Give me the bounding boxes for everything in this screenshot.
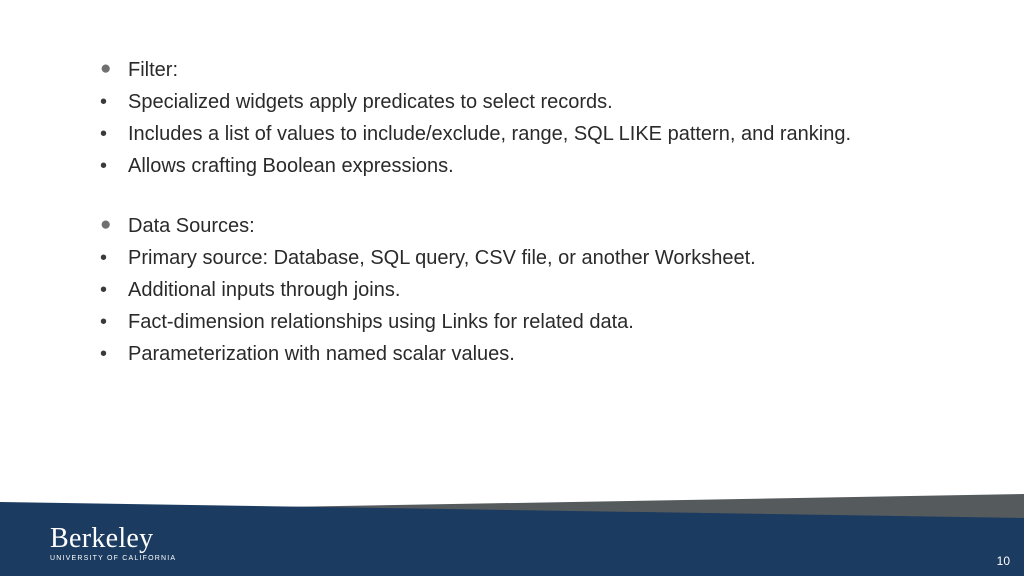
list-header-row: ● Data Sources: bbox=[100, 210, 904, 242]
bullet-dot: • bbox=[100, 242, 128, 274]
list-item-text: Parameterization with named scalar value… bbox=[128, 338, 904, 370]
bullet-dot: • bbox=[100, 150, 128, 182]
filter-group: ● Filter: • Specialized widgets apply pr… bbox=[100, 54, 904, 182]
list-item-text: Fact-dimension relationships using Links… bbox=[128, 306, 904, 338]
list-item-text: Specialized widgets apply predicates to … bbox=[128, 86, 904, 118]
bullet-dot: • bbox=[100, 306, 128, 338]
list-item: • Parameterization with named scalar val… bbox=[100, 338, 904, 370]
group-header: Filter: bbox=[128, 54, 904, 86]
list-item-text: Additional inputs through joins. bbox=[128, 274, 904, 306]
bullet-dot: • bbox=[100, 274, 128, 306]
list-item-text: Includes a list of values to include/exc… bbox=[128, 118, 904, 150]
list-item: • Primary source: Database, SQL query, C… bbox=[100, 242, 904, 274]
list-item: • Specialized widgets apply predicates t… bbox=[100, 86, 904, 118]
list-item: • Includes a list of values to include/e… bbox=[100, 118, 904, 150]
group-header: Data Sources: bbox=[128, 210, 904, 242]
bullet-disc: ● bbox=[100, 54, 128, 84]
list-item-text: Allows crafting Boolean expressions. bbox=[128, 150, 904, 182]
berkeley-logo: Berkeley UNIVERSITY OF CALIFORNIA bbox=[50, 525, 176, 562]
bullet-dot: • bbox=[100, 86, 128, 118]
logo-main-text: Berkeley bbox=[50, 525, 176, 553]
bullet-dot: • bbox=[100, 338, 128, 370]
list-item-text: Primary source: Database, SQL query, CSV… bbox=[128, 242, 904, 274]
data-sources-group: ● Data Sources: • Primary source: Databa… bbox=[100, 210, 904, 370]
logo-sub-text: UNIVERSITY OF CALIFORNIA bbox=[50, 555, 176, 562]
bullet-dot: • bbox=[100, 118, 128, 150]
slide-content: ● Filter: • Specialized widgets apply pr… bbox=[0, 0, 1024, 370]
list-item: • Allows crafting Boolean expressions. bbox=[100, 150, 904, 182]
list-item: • Additional inputs through joins. bbox=[100, 274, 904, 306]
slide-footer: Berkeley UNIVERSITY OF CALIFORNIA 10 bbox=[0, 494, 1024, 576]
bullet-disc: ● bbox=[100, 210, 128, 240]
list-item: • Fact-dimension relationships using Lin… bbox=[100, 306, 904, 338]
page-number: 10 bbox=[997, 554, 1010, 568]
list-header-row: ● Filter: bbox=[100, 54, 904, 86]
